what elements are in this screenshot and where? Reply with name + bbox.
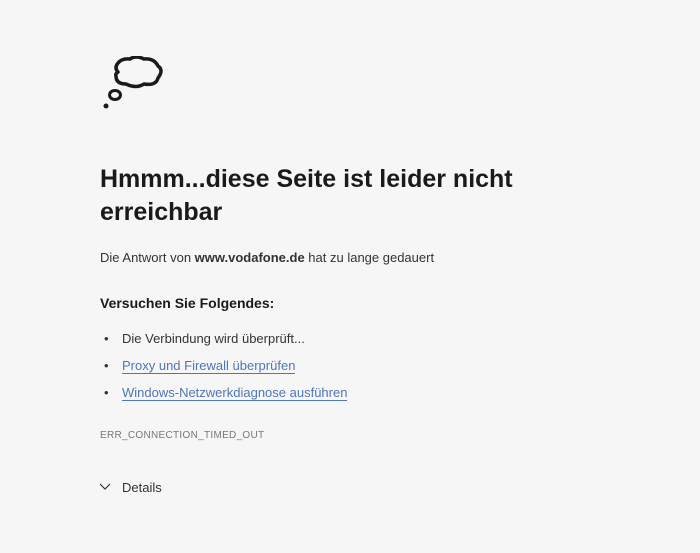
suggestions-heading: Versuchen Sie Folgendes:	[100, 295, 600, 311]
message-suffix: hat zu lange gedauert	[305, 250, 434, 265]
error-code: ERR_CONNECTION_TIMED_OUT	[100, 430, 600, 441]
list-item: Windows-Netzwerkdiagnose ausführen	[100, 379, 600, 406]
details-label: Details	[122, 480, 162, 495]
chevron-down-icon	[98, 479, 112, 496]
proxy-firewall-link[interactable]: Proxy und Firewall überprüfen	[122, 358, 295, 374]
thought-bubble-icon	[100, 56, 600, 125]
page-title: Hmmm...diese Seite ist leider nicht erre…	[100, 163, 600, 228]
details-toggle[interactable]: Details	[98, 479, 162, 496]
list-item: Proxy und Firewall überprüfen	[100, 352, 600, 379]
suggestion-text: Die Verbindung wird überprüft...	[122, 331, 305, 346]
message-prefix: Die Antwort von	[100, 250, 195, 265]
error-page: Hmmm...diese Seite ist leider nicht erre…	[0, 0, 700, 498]
network-diagnostics-link[interactable]: Windows-Netzwerkdiagnose ausführen	[122, 385, 347, 401]
error-domain: www.vodafone.de	[195, 250, 305, 265]
list-item: Die Verbindung wird überprüft...	[100, 325, 600, 352]
suggestions-list: Die Verbindung wird überprüft... Proxy u…	[100, 325, 600, 406]
error-message: Die Antwort von www.vodafone.de hat zu l…	[100, 250, 600, 265]
